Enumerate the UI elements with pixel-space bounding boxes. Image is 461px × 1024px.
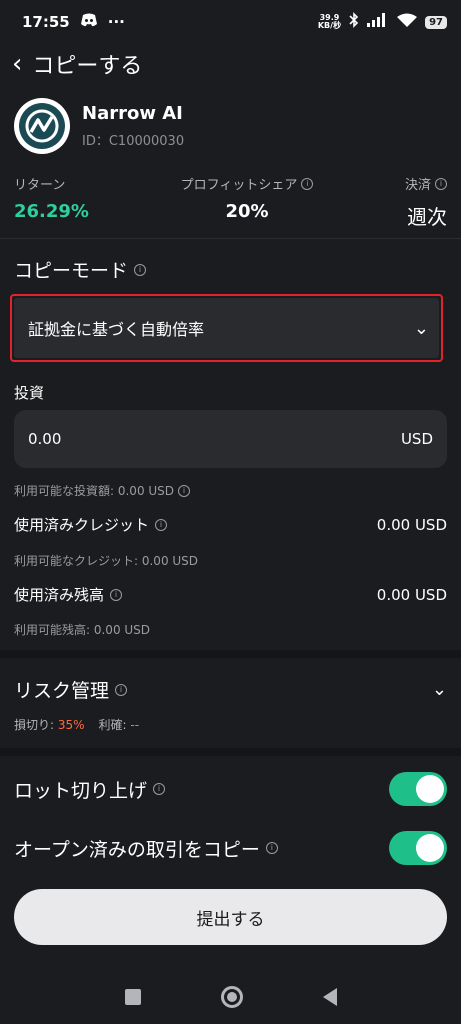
submit-button[interactable]: 提出する: [14, 889, 447, 945]
profit-share-label: プロフィットシェア: [180, 178, 298, 193]
settlement-value: 週次: [407, 205, 447, 229]
trader-stats: リターン 26.29% プロフィットシェア i 20% 決済 i 週次: [14, 174, 447, 230]
copy-mode-title: コピーモード i: [14, 256, 147, 283]
available-investment: 利用可能な投資額: 0.00 USD i: [14, 482, 191, 499]
recent-apps-icon[interactable]: [124, 989, 141, 1005]
info-icon[interactable]: i: [155, 518, 168, 531]
available-investment-text: 利用可能な投資額: 0.00 USD: [14, 484, 175, 498]
copy-mode-selected: 証拠金に基づく自動倍率: [28, 320, 205, 339]
lot-round-up-row: ロット切り上げ i: [14, 772, 447, 806]
trader-profile: Narrow AI ID：C10000030: [14, 98, 184, 154]
section-separator: [0, 748, 461, 756]
stop-loss-label: 損切り:: [14, 718, 55, 732]
page-title: コピーする: [32, 54, 143, 79]
network-speed: 39.9 KB/秒: [317, 13, 342, 30]
investment-value: 0.00: [28, 430, 62, 448]
trader-logo-icon: [19, 103, 65, 149]
info-icon[interactable]: i: [110, 588, 123, 601]
stop-loss-value: 35%: [57, 718, 85, 732]
back-arrow-icon[interactable]: ‹: [12, 51, 22, 77]
back-icon[interactable]: [322, 988, 337, 1006]
take-profit-value: --: [130, 718, 140, 732]
info-icon[interactable]: i: [265, 842, 278, 854]
investment-currency: USD: [400, 430, 433, 448]
risk-management-title: リスク管理: [14, 680, 110, 702]
info-icon[interactable]: i: [153, 783, 166, 795]
available-balance: 利用可能残高: 0.00 USD: [14, 623, 151, 637]
copy-open-trades-toggle[interactable]: [389, 831, 447, 865]
copy-mode-label: コピーモード: [14, 260, 129, 282]
more-notifications-icon: ···: [107, 13, 125, 31]
battery-indicator: 97: [425, 15, 447, 29]
risk-management-header[interactable]: リスク管理 i ⌄: [14, 676, 447, 703]
status-bar: 17:55 ··· 39.9 KB/秒 97: [0, 0, 461, 44]
return-value: 26.29%: [14, 201, 89, 222]
lot-round-up-toggle[interactable]: [389, 772, 447, 806]
used-balance-label: 使用済み残高: [14, 586, 105, 604]
system-nav-bar: [0, 970, 461, 1024]
used-credit-value: 0.00 USD: [376, 515, 447, 534]
info-icon[interactable]: i: [178, 484, 191, 497]
used-balance-value: 0.00 USD: [376, 585, 447, 604]
info-icon[interactable]: i: [435, 177, 447, 190]
discord-icon: [80, 13, 98, 31]
chevron-down-icon: ⌄: [413, 317, 429, 339]
lot-round-up-label: ロット切り上げ: [14, 779, 148, 802]
signal-icon: [367, 13, 389, 31]
avatar: [14, 98, 70, 154]
risk-summary: 損切り: 35% 利確: --: [14, 716, 139, 733]
header: ‹ コピーする: [0, 44, 461, 84]
copy-open-trades-label: オープン済みの取引をコピー: [14, 838, 260, 861]
info-icon[interactable]: i: [134, 263, 147, 276]
investment-label: 投資: [14, 384, 45, 402]
used-credit-row: 使用済みクレジット i 0.00 USD: [14, 514, 447, 535]
return-label: リターン: [14, 178, 66, 193]
copy-open-trades-row: オープン済みの取引をコピー i: [14, 831, 447, 865]
info-icon[interactable]: i: [115, 683, 128, 696]
copy-mode-select[interactable]: 証拠金に基づく自動倍率 ⌄: [10, 294, 443, 362]
trader-name: Narrow AI: [82, 103, 183, 124]
wifi-icon: [397, 13, 418, 31]
status-time: 17:55: [22, 13, 70, 31]
home-icon[interactable]: [220, 986, 243, 1008]
take-profit-label: 利確:: [98, 718, 127, 732]
used-balance-row: 使用済み残高 i 0.00 USD: [14, 584, 447, 605]
divider: [0, 238, 461, 239]
chevron-down-icon[interactable]: ⌄: [432, 679, 447, 700]
available-credit: 利用可能なクレジット: 0.00 USD: [14, 554, 199, 568]
info-icon[interactable]: i: [301, 177, 314, 190]
bluetooth-icon: [349, 12, 359, 32]
used-credit-label: 使用済みクレジット: [14, 516, 150, 534]
profit-share-value: 20%: [225, 201, 269, 222]
section-separator: [0, 650, 461, 658]
settlement-label: 決済: [404, 178, 431, 193]
trader-id: ID：C10000030: [82, 134, 185, 149]
investment-input[interactable]: 0.00 USD: [14, 410, 447, 468]
